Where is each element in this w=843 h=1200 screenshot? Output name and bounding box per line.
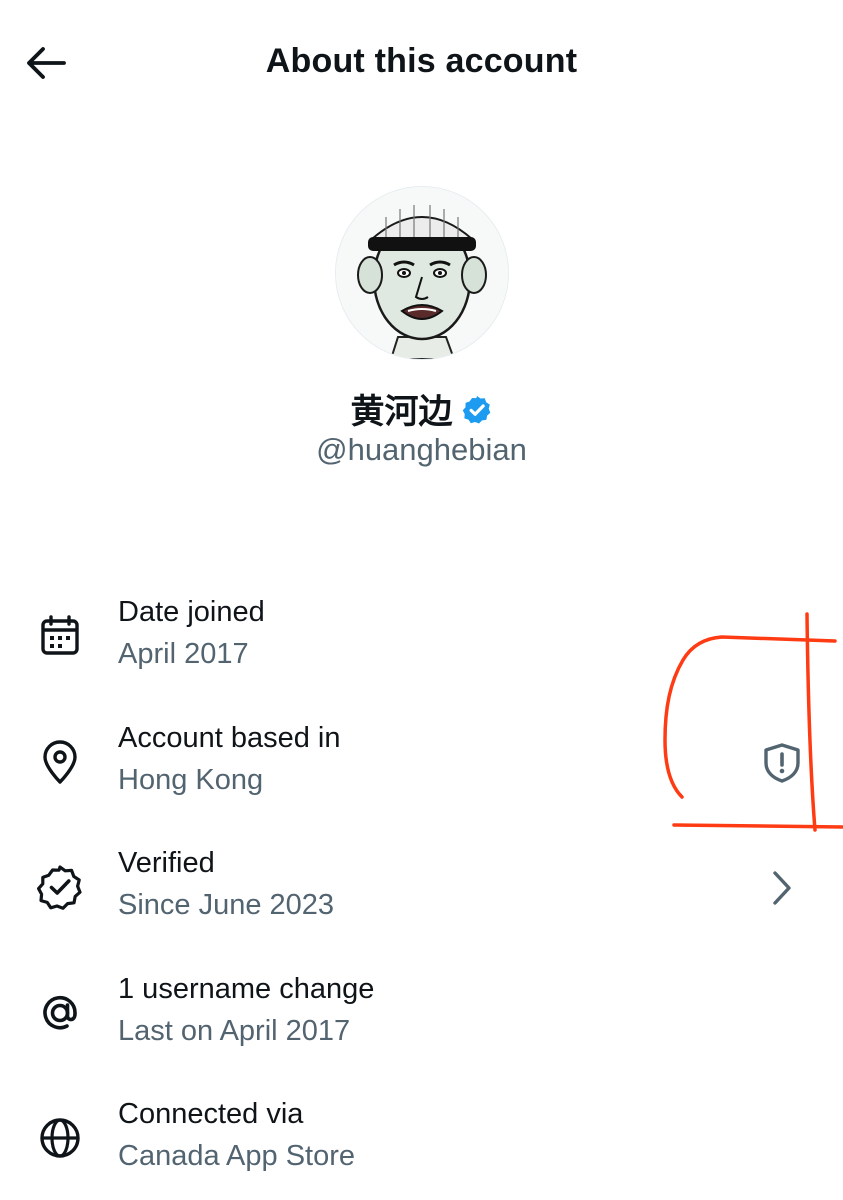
row-label: Connected via — [118, 1098, 304, 1130]
account-info-list: Date joined April 2017 Account based in … — [0, 572, 843, 1200]
header-bar: About this account — [0, 0, 843, 128]
at-sign-icon — [43, 995, 77, 1029]
page-title: About this account — [265, 42, 578, 80]
row-value: Last on April 2017 — [118, 1014, 351, 1047]
verified-seal-icon — [37, 865, 82, 910]
row-value: April 2017 — [118, 638, 249, 670]
info-row-connected-via: Connected via Canada App Store — [0, 1074, 843, 1200]
username-handle: @huanghebian — [316, 432, 527, 467]
info-row-date-joined: Date joined April 2017 — [0, 572, 843, 698]
shield-alert-icon — [764, 742, 800, 783]
avatar[interactable] — [335, 186, 509, 360]
verified-badge-icon[interactable] — [461, 394, 493, 426]
chevron-right-icon — [773, 871, 791, 905]
row-label: Account based in — [118, 721, 341, 754]
info-row-username-change: 1 username change Last on April 2017 — [0, 949, 843, 1075]
location-pin-icon — [43, 739, 77, 784]
info-row-verified[interactable]: Verified Since June 2023 — [0, 823, 843, 949]
info-row-account-based-in: Account based in Hong Kong — [0, 698, 843, 824]
calendar-icon — [41, 615, 79, 655]
row-value: Canada App Store — [118, 1140, 356, 1172]
caricature-avatar — [336, 187, 508, 359]
globe-icon — [40, 1118, 80, 1158]
row-value: Hong Kong — [118, 763, 264, 796]
profile-name-row: 黄河边 — [0, 384, 843, 433]
row-value: Since June 2023 — [118, 889, 335, 921]
row-label: Date joined — [118, 596, 265, 628]
row-label: Verified — [118, 847, 215, 879]
row-label: 1 username change — [118, 972, 375, 1005]
verified-details-chevron[interactable] — [757, 863, 807, 913]
display-name: 黄河边 — [350, 392, 453, 432]
location-accuracy-button[interactable] — [757, 738, 807, 788]
